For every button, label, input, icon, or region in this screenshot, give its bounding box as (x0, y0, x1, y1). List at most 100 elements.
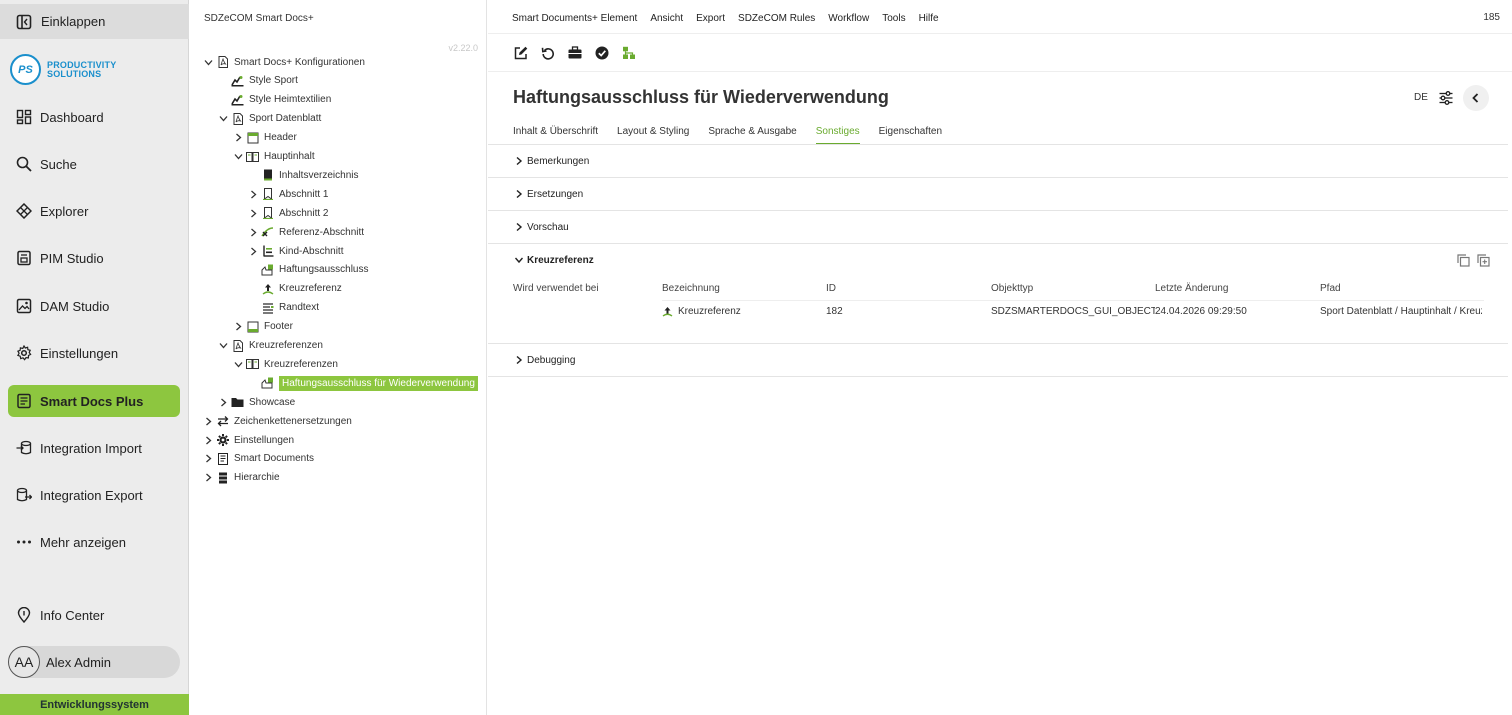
menu-item-sdzecom-rules[interactable]: SDZeCOM Rules (738, 13, 815, 24)
column-header-objekttyp[interactable]: Objekttyp (991, 283, 1033, 294)
tab-layout[interactable]: Layout & Styling (617, 122, 689, 145)
sidebar-item-smart-docs-plus[interactable]: Smart Docs Plus (8, 385, 180, 417)
section-header-ersetzungen[interactable]: Ersetzungen (513, 188, 583, 200)
tree-node-label: Haftungsausschluss für Wiederverwendung (279, 375, 478, 391)
tree-node[interactable]: Sport Datenblatt (217, 110, 321, 128)
sliders-icon[interactable] (1438, 90, 1454, 106)
more-icon (15, 534, 32, 551)
chevron-right-icon[interactable] (217, 396, 229, 408)
sidebar-item-explorer[interactable]: Explorer (8, 195, 180, 227)
sidebar-item-dashboard[interactable]: Dashboard (8, 101, 180, 133)
tree-node[interactable]: Smart Docs+ Konfigurationen (202, 53, 365, 71)
chevron-right-icon[interactable] (232, 132, 244, 144)
chevron-right-icon[interactable] (202, 472, 214, 484)
column-header-bezeichnung[interactable]: Bezeichnung (662, 283, 720, 294)
tree-node[interactable]: Kreuzreferenz (247, 280, 342, 298)
sidebar-item-integration-import[interactable]: Integration Import (8, 432, 180, 464)
chevron-right-icon[interactable] (247, 245, 259, 257)
tree-node[interactable]: Hierarchie (202, 469, 280, 487)
tree-node-label: Showcase (249, 396, 296, 408)
section-header-bemerkungen[interactable]: Bemerkungen (513, 155, 589, 167)
tree-node[interactable]: Randtext (247, 299, 319, 317)
sidebar-item-integration-export[interactable]: Integration Export (8, 479, 180, 511)
chevron-down-icon[interactable] (232, 358, 244, 370)
chevron-right-icon[interactable] (202, 434, 214, 446)
chevron-down-icon[interactable] (217, 113, 229, 125)
tree-structure-icon[interactable] (620, 44, 637, 61)
disclaimer-icon (261, 263, 274, 276)
section-title: Kreuzreferenz (527, 254, 594, 266)
menu-item-tools[interactable]: Tools (882, 13, 905, 24)
tree-node[interactable]: Kreuzreferenzen (232, 355, 338, 373)
tree-node[interactable]: Style Heimtextilien (217, 91, 331, 109)
menu-item-workflow[interactable]: Workflow (828, 13, 869, 24)
tree-node[interactable]: Haftungsausschluss für Wiederverwendung (247, 374, 478, 392)
tree-node[interactable]: Kreuzreferenzen (217, 337, 323, 355)
search-icon (15, 156, 32, 173)
sidebar-item-label: Einstellungen (40, 345, 119, 361)
cell-id: 182 (826, 306, 843, 317)
chevron-down-icon[interactable] (232, 151, 244, 163)
tree-node[interactable]: Style Sport (217, 72, 298, 90)
chevron-right-icon[interactable] (247, 188, 259, 200)
check-circle-icon[interactable] (593, 44, 610, 61)
chevron-right-icon (513, 155, 525, 167)
sidebar-item-dam-studio[interactable]: DAM Studio (8, 290, 180, 322)
briefcase-icon[interactable] (566, 44, 583, 61)
user-menu[interactable]: AA Alex Admin (8, 646, 180, 678)
hierarchy-icon (216, 471, 229, 484)
chevron-down-icon[interactable] (217, 340, 229, 352)
tree-node[interactable]: Kind-Abschnitt (247, 242, 343, 260)
column-header-pfad[interactable]: Pfad (1320, 283, 1341, 294)
chevron-down-icon[interactable] (202, 56, 214, 68)
section-header-vorschau[interactable]: Vorschau (513, 221, 569, 233)
tab-sprache[interactable]: Sprache & Ausgabe (708, 122, 796, 145)
tree-node[interactable]: Abschnitt 2 (247, 204, 328, 222)
sidebar-item-suche[interactable]: Suche (8, 148, 180, 180)
copy-icon[interactable] (1457, 254, 1470, 267)
chevron-right-icon[interactable] (247, 207, 259, 219)
tree-node[interactable]: Showcase (217, 393, 295, 411)
section-header-debugging[interactable]: Debugging (513, 354, 575, 366)
tree-node-label: Smart Documents (234, 453, 315, 465)
back-button[interactable] (1463, 85, 1489, 111)
reload-icon[interactable] (539, 44, 556, 61)
menu-item-export[interactable]: Export (696, 13, 725, 24)
main-sidebar: Einklappen PS PRODUCTIVITY SOLUTIONS Das… (0, 0, 189, 715)
tree-node[interactable]: Abschnitt 1 (247, 185, 328, 203)
reference-icon (261, 226, 274, 239)
column-header-id[interactable]: ID (826, 283, 836, 294)
chevron-right-icon[interactable] (232, 321, 244, 333)
tree-node[interactable]: Haftungsausschluss (247, 261, 369, 279)
tab-sonstiges[interactable]: Sonstiges (815, 122, 860, 145)
column-header-letzte-aenderung[interactable]: Letzte Änderung (1155, 283, 1228, 294)
tree-node[interactable]: Inhaltsverzeichnis (247, 166, 358, 184)
menu-item-ansicht[interactable]: Ansicht (650, 13, 683, 24)
collapse-button[interactable]: Einklappen (0, 4, 189, 39)
section-header-kreuzreferenz[interactable]: Kreuzreferenz (513, 254, 594, 266)
tree-node[interactable]: Zeichenkettenersetzungen (202, 412, 352, 430)
menu-item-hilfe[interactable]: Hilfe (919, 13, 939, 24)
table-row[interactable]: Kreuzreferenz (662, 306, 741, 317)
chevron-right-icon[interactable] (247, 226, 259, 238)
tree-node[interactable]: Referenz-Abschnitt (247, 223, 364, 241)
duplicate-icon[interactable] (1477, 254, 1490, 267)
tab-inhalt[interactable]: Inhalt & Überschrift (513, 122, 598, 145)
menu-item-element[interactable]: Smart Documents+ Element (512, 13, 637, 24)
language-selector[interactable]: DE (1414, 92, 1428, 103)
tree-node[interactable]: Footer (232, 318, 293, 336)
tab-eigenschaften[interactable]: Eigenschaften (879, 122, 942, 145)
info-center-button[interactable]: Info Center (8, 599, 180, 631)
sidebar-item-pim-studio[interactable]: PIM Studio (8, 242, 180, 274)
tree-node-label: Inhaltsverzeichnis (279, 169, 359, 181)
tree-node[interactable]: Smart Documents (202, 450, 314, 468)
footer-icon (246, 320, 259, 333)
tree-node[interactable]: Einstellungen (202, 431, 294, 449)
tree-node[interactable]: Header (232, 129, 297, 147)
edit-icon[interactable] (512, 44, 529, 61)
tree-node[interactable]: Hauptinhalt (232, 148, 315, 166)
chevron-right-icon[interactable] (202, 415, 214, 427)
chevron-right-icon[interactable] (202, 453, 214, 465)
sidebar-item-mehr-anzeigen[interactable]: Mehr anzeigen (8, 526, 180, 558)
sidebar-item-einstellungen[interactable]: Einstellungen (8, 337, 180, 369)
